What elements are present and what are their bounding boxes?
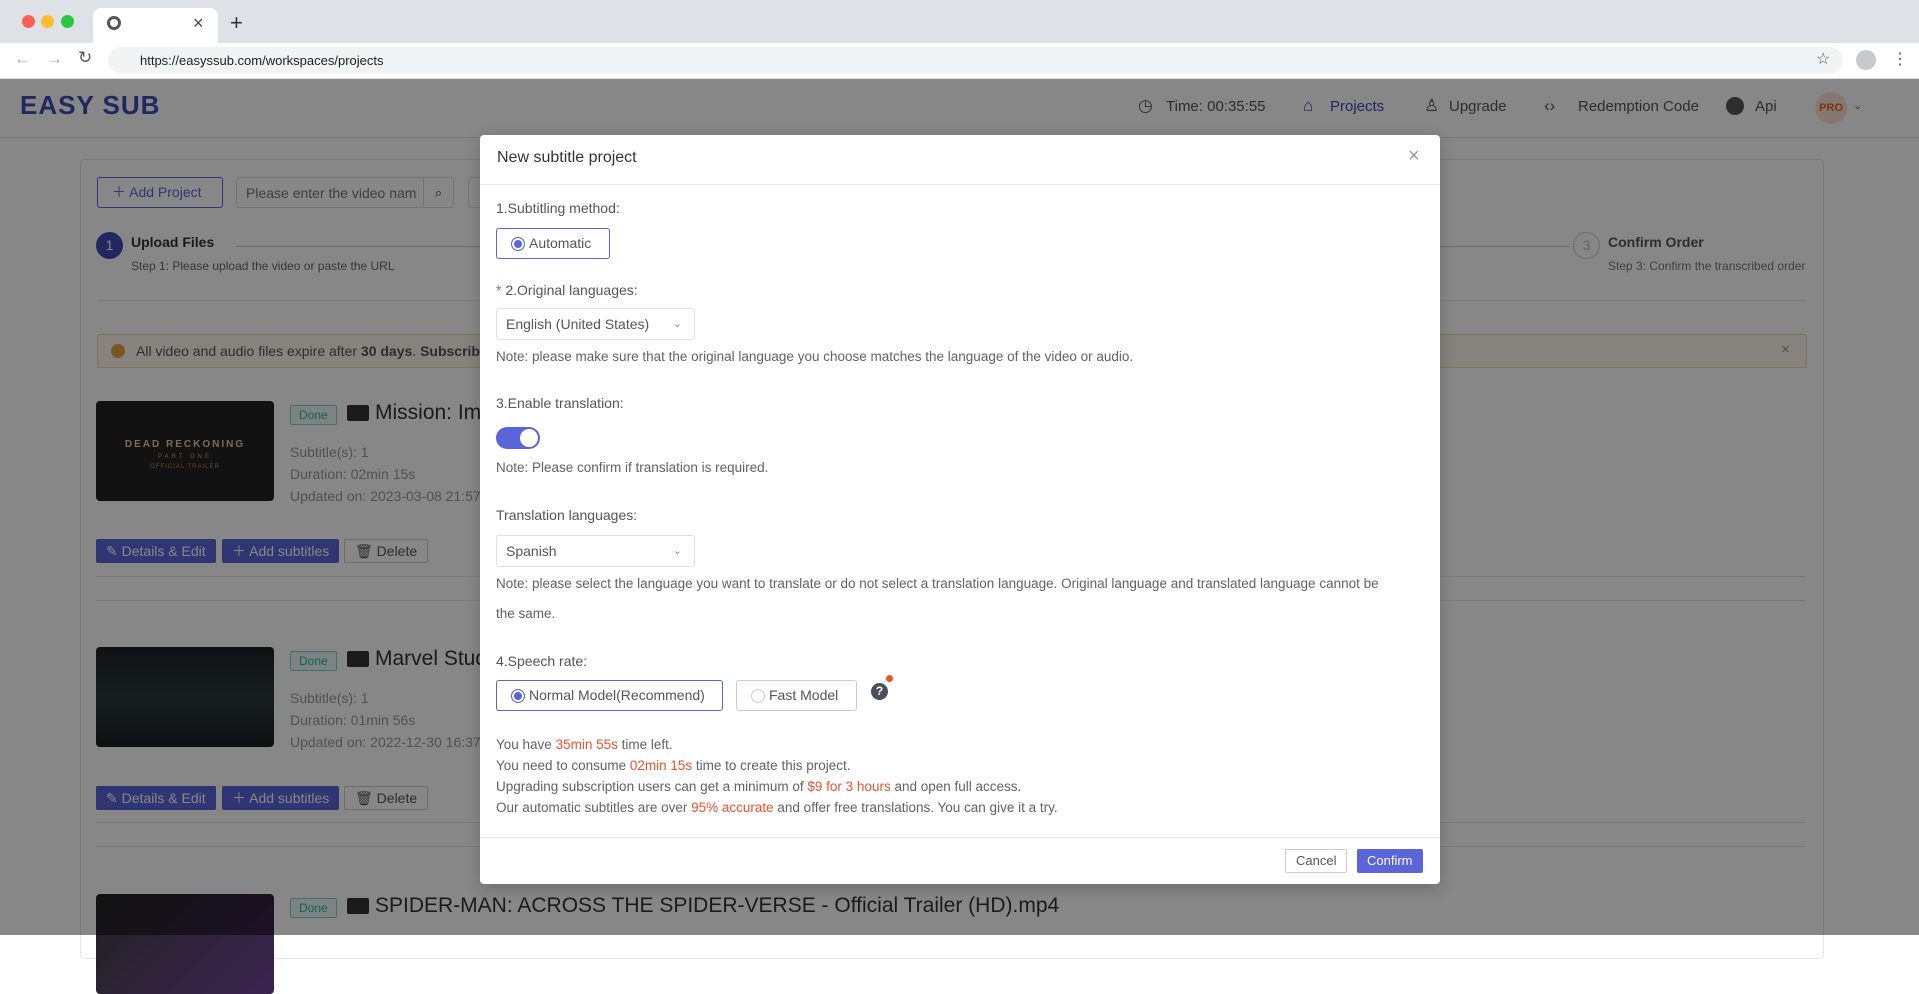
chevron-down-icon: ⌄ — [672, 318, 682, 330]
translation-language-note-cont: the same. — [496, 606, 556, 621]
bookmark-star-icon[interactable]: ☆ — [1816, 49, 1830, 69]
close-window-button[interactable] — [22, 15, 35, 28]
radio-icon — [511, 689, 525, 703]
automatic-radio[interactable]: Automatic — [496, 228, 610, 259]
translation-toggle[interactable] — [496, 427, 540, 449]
fast-model-radio[interactable]: Fast Model — [736, 680, 857, 711]
info-line: You need to consume 02min 15s time to cr… — [496, 758, 851, 773]
dialog-header-divider — [480, 184, 1440, 185]
browser-tab[interactable]: × — [93, 8, 218, 43]
menu-dots-icon[interactable]: ⋮ — [1892, 49, 1908, 69]
original-language-label: * 2.Original languages: — [496, 282, 638, 298]
info-line: You have 35min 55s time left. — [496, 737, 673, 752]
url-input[interactable]: https://easyssub.com/workspaces/projects — [108, 47, 1843, 74]
profile-icon[interactable] — [1856, 50, 1876, 70]
reload-icon[interactable]: ↻ — [78, 48, 92, 68]
address-bar-row: ← → ↻ https://easyssub.com/workspaces/pr… — [0, 43, 1919, 79]
normal-model-radio[interactable]: Normal Model(Recommend) — [496, 680, 723, 711]
help-icon[interactable]: ? — [871, 683, 888, 700]
new-tab-button[interactable]: + — [230, 10, 243, 36]
info-line: Upgrading subscription users can get a m… — [496, 779, 1022, 794]
close-icon[interactable]: × — [1408, 145, 1420, 168]
translation-languages-label: Translation languages: — [496, 507, 638, 523]
cancel-button[interactable]: Cancel — [1285, 849, 1348, 873]
original-language-note: Note: please make sure that the original… — [496, 349, 1134, 364]
forward-icon[interactable]: → — [46, 49, 63, 69]
dialog-footer-divider — [480, 837, 1440, 838]
chevron-down-icon: ⌄ — [672, 545, 682, 557]
back-icon[interactable]: ← — [14, 49, 31, 69]
info-line: Our automatic subtitles are over 95% acc… — [496, 800, 1058, 815]
chrome-icon — [107, 16, 121, 30]
dialog-title: New subtitle project — [497, 149, 637, 166]
translation-language-note: Note: please select the language you wan… — [496, 576, 1379, 591]
confirm-button[interactable]: Confirm — [1357, 849, 1423, 873]
new-project-dialog: New subtitle project × 1.Subtitling meth… — [480, 135, 1440, 884]
subtitling-method-label: 1.Subtitling method: — [496, 200, 620, 216]
radio-icon — [751, 689, 765, 703]
toggle-knob — [520, 429, 538, 447]
translation-note: Note: Please confirm if translation is r… — [496, 460, 769, 475]
maximize-window-button[interactable] — [61, 15, 74, 28]
radio-icon — [511, 237, 525, 251]
browser-tab-bar: × + — [0, 0, 1919, 43]
enable-translation-label: 3.Enable translation: — [496, 395, 624, 411]
translation-language-select[interactable]: Spanish ⌄ — [496, 535, 695, 567]
minimize-window-button[interactable] — [41, 15, 54, 28]
original-language-select[interactable]: English (United States) ⌄ — [496, 308, 695, 340]
speech-rate-label: 4.Speech rate: — [496, 653, 588, 669]
close-tab-icon[interactable]: × — [193, 13, 204, 34]
notification-dot — [886, 675, 893, 682]
